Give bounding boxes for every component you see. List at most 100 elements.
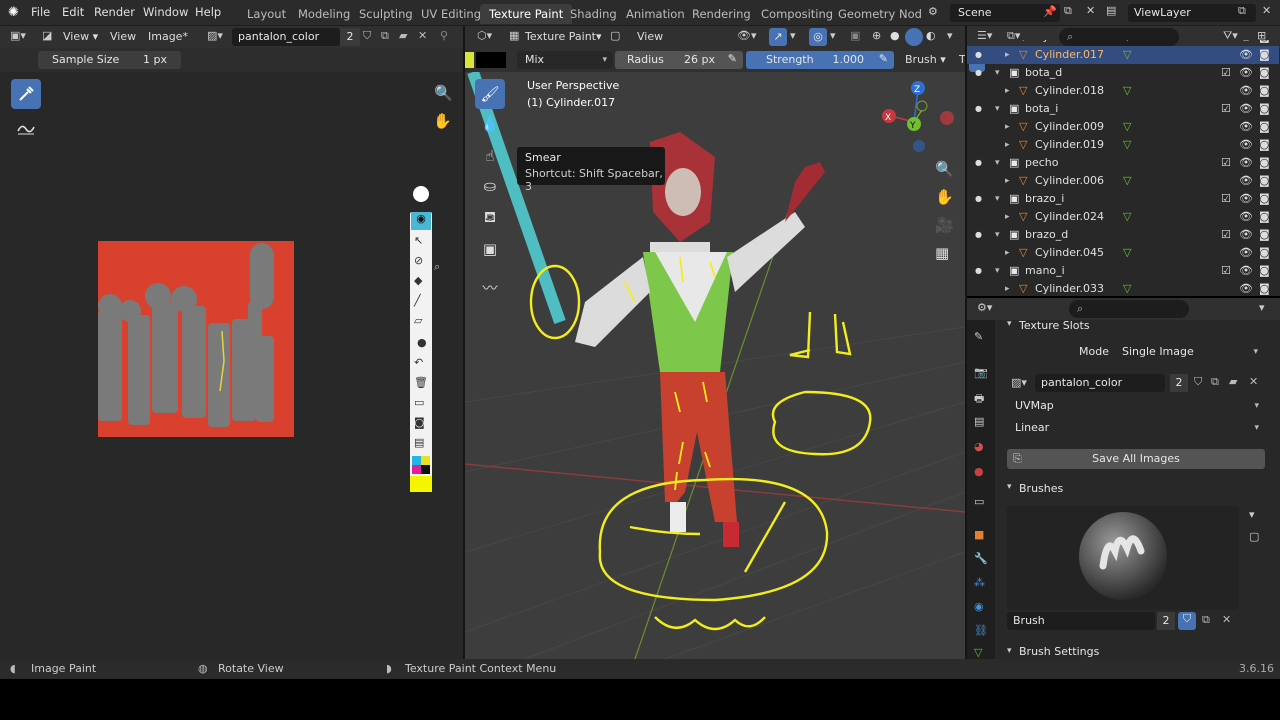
expand-right-icon[interactable]: ▸ [1005,208,1010,226]
texture-slots-title[interactable]: Texture Slots [1019,319,1090,332]
visibility-eye-icon[interactable]: 👁 [1239,190,1253,208]
slot-new-image-icon[interactable]: ⧉ [1211,375,1219,389]
image-name-field[interactable]: pantalon_color [232,28,340,46]
render-camera-icon[interactable]: ◙ [1259,154,1270,172]
menu-file[interactable]: File [31,5,50,19]
brushes-title[interactable]: Brushes [1019,482,1063,495]
color-swatch-black[interactable] [421,465,430,474]
mesh-data-icon[interactable]: ▽ [1123,280,1131,296]
image-menu[interactable]: Image* [148,28,188,46]
interpolation-dropdown[interactable]: Linear ▾ [1007,418,1265,438]
eraser-icon[interactable]: ▱ [414,314,422,327]
solid-shading-icon[interactable]: ● [890,29,900,42]
tab-modeling[interactable]: Modeling [289,4,359,24]
eye-icon[interactable]: ◉ [411,212,431,230]
screen-icon[interactable]: ▭ [414,396,424,409]
brush-preview[interactable] [1007,506,1239,610]
axis-gizmo[interactable]: Z X Y [877,78,957,158]
outliner-collection-row[interactable]: ▾ ▣ pecho ☑ 👁 ◙ ● [967,154,1279,172]
view-mode-icon[interactable]: ◪ [42,29,52,42]
visibility-eye-icon[interactable]: 👁 [1239,172,1253,190]
particles-tab-icon[interactable]: ⁂ [974,576,985,589]
camera-view-icon[interactable]: 🎥 [935,216,954,234]
menu-help[interactable]: Help [195,5,221,19]
clipboard-icon[interactable]: ▤ [414,436,424,449]
output-tab-icon[interactable]: 🖶 [974,390,984,409]
tab-geometry-nodes[interactable]: Geometry Node [829,4,921,24]
viewport-view-menu[interactable]: View [637,28,663,46]
overlay-dropdown-icon[interactable]: ▾ [830,29,836,42]
visibility-eye-icon[interactable]: 👁 [1239,46,1253,64]
pen-tip-icon[interactable] [413,186,429,202]
new-image-icon[interactable]: ⧉ [381,29,389,43]
modifier-tab-icon[interactable]: 🔧 [974,552,988,565]
open-image-icon[interactable]: ▰ [399,29,407,42]
slot-image-field[interactable]: pantalon_color [1035,374,1165,392]
brush-list-toggle-icon[interactable]: ▾ [1249,508,1255,521]
primary-color-swatch[interactable] [465,52,474,68]
data-tab-icon[interactable]: ▽ [974,646,982,659]
render-camera-icon[interactable]: ◙ [1259,64,1270,82]
color-swatch-cyan[interactable] [412,456,421,465]
pressure-icon[interactable]: ✎ [728,52,737,65]
brush-name-field[interactable]: Brush [1007,612,1155,630]
mesh-data-icon[interactable]: ▽ [1123,82,1131,100]
exclude-checkbox-icon[interactable]: ☑ [1221,190,1231,208]
visibility-eye-icon[interactable]: 👁 [1239,136,1253,154]
physics-tab-icon[interactable]: ◉ [974,600,984,613]
mesh-data-icon[interactable]: ▽ [1123,172,1131,190]
unlink-image-icon[interactable]: ✕ [418,29,427,42]
secondary-color-swatch[interactable] [476,52,506,68]
expand-right-icon[interactable]: ▸ [1005,118,1010,136]
tool-tab-icon[interactable]: ✎ [974,330,983,343]
brush-settings-title[interactable]: Brush Settings [1019,645,1099,658]
texture-image[interactable] [98,241,294,437]
brush-fake-user-icon[interactable]: ⛉ [1178,612,1196,630]
outliner-object-row[interactable]: ▸ ▽ Cylinder.006 ▽ 👁 ◙ [967,172,1279,190]
brush-menu[interactable]: Brush ▾ [905,51,946,69]
viewport-pan-icon[interactable]: ✋ [935,188,954,206]
new-scene-icon[interactable]: ⧉ [1064,4,1072,18]
render-camera-icon[interactable]: ◙ [1259,136,1270,154]
outliner-object-row[interactable]: ▸ ▽ Cylinder.024 ▽ 👁 ◙ [967,208,1279,226]
color-swatch-yellow[interactable] [421,456,430,465]
brush-settings-icon[interactable]: ▢ [1249,530,1259,543]
outliner-collection-row[interactable]: ▾ ▣ bota_d ☑ 👁 ◙ ● [967,64,1279,82]
exclude-checkbox-icon[interactable]: ☑ [1221,154,1231,172]
outliner-object-row[interactable]: ▸ ▽ Cylinder.017 ▽ 👁 ◙ ● [967,46,1279,64]
expand-right-icon[interactable]: ▸ [1005,280,1010,296]
pin-image-icon[interactable]: ⚲ [440,29,448,42]
expand-down-icon[interactable]: ▾ [995,100,1000,118]
annotate-tool-button[interactable] [11,111,41,141]
outliner-collection-row[interactable]: ▾ ▣ brazo_d ☑ 👁 ◙ ● [967,226,1279,244]
view-layer-icon[interactable]: ▤ [1106,4,1116,17]
save-all-images-button[interactable]: ⎘ Save All Images [1007,449,1265,469]
expand-right-icon[interactable]: ▸ [1005,244,1010,262]
scene-tab-icon[interactable]: ◕ [974,440,984,453]
brush-duplicate-icon[interactable]: ⧉ [1202,613,1210,627]
outliner-object-row[interactable]: ▸ ▽ Cylinder.018 ▽ 👁 ◙ [967,82,1279,100]
sample-size-field[interactable]: Sample Size 1 px [38,51,181,69]
expand-right-icon[interactable]: ▸ [1005,46,1010,64]
visibility-eye-icon[interactable]: 👁 [1239,100,1253,118]
3d-viewport[interactable]: ⬡▾ ▦ Texture Paint▾ ▢ View 👁▾ ↗ ▾ ◎ ▾ ▣ … [465,26,965,659]
soften-tool-button[interactable]: 💧 [475,109,505,139]
expand-down-icon[interactable]: ▾ [995,226,1000,244]
expand-right-icon[interactable]: ▸ [1005,172,1010,190]
render-camera-icon[interactable]: ◙ [1259,100,1270,118]
texture-paint-mode-icon[interactable]: ▦ [509,29,519,42]
material-shading-icon[interactable] [905,28,923,46]
outliner-collection-row[interactable]: ▾ ▣ brazo_i ☑ 👁 ◙ ● [967,190,1279,208]
new-view-layer-icon[interactable]: ⧉ [1238,4,1246,18]
mode-dropdown[interactable]: Texture Paint▾ [525,28,602,46]
properties-search-field[interactable]: ⌕ [1069,300,1189,318]
exclude-checkbox-icon[interactable]: ☑ [1221,64,1231,82]
view-layer-field[interactable]: ViewLayer [1128,4,1256,22]
visibility-eye-icon[interactable]: 👁 [1239,208,1253,226]
dot-icon[interactable]: ● [417,336,427,349]
render-camera-icon[interactable]: ◙ [1259,46,1270,64]
blend-mode-dropdown[interactable]: Mix ▾ [517,51,613,69]
texture-slots-expand-icon[interactable]: ▾ [1007,319,1012,329]
image-view-dropdown[interactable]: View ▾ [63,28,98,46]
exclude-checkbox-icon[interactable]: ☑ [1221,100,1231,118]
